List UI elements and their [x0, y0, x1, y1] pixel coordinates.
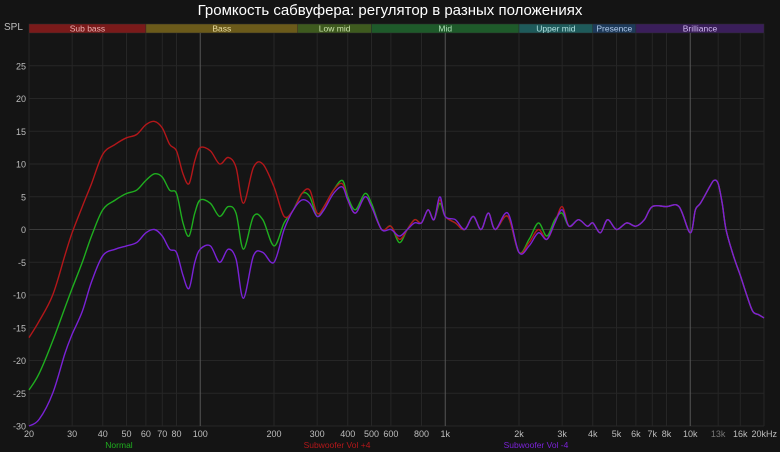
legend-entry: Normal: [105, 440, 133, 450]
band-label: Brilliance: [683, 24, 718, 34]
frequency-bands: Sub bass Bass Low mid Mid Upper mid Presence B…: [28, 24, 765, 34]
x-tick-label: 600: [383, 429, 398, 439]
x-tick-label: 800: [414, 429, 429, 439]
x-tick-label: 60: [141, 429, 151, 439]
y-tick-label: 0: [21, 225, 26, 235]
x-tick-label: 7k: [648, 429, 658, 439]
x-tick-label: 16k: [733, 429, 748, 439]
y-tick-label: -5: [18, 258, 26, 268]
frequency-response-chart: Sub bass Bass Low mid Mid Upper mid Presence B…: [4, 22, 777, 450]
band-label: Bass: [212, 24, 231, 34]
x-tick-label: 5k: [612, 429, 622, 439]
legend-entry: Subwoofer Vol -4: [504, 440, 569, 450]
x-tick-label: 20kHz: [751, 429, 777, 439]
band-label: Mid: [438, 24, 452, 34]
band-label: Presence: [596, 24, 632, 34]
x-tick-label: 400: [340, 429, 355, 439]
x-tick-label: 2k: [514, 429, 524, 439]
y-tick-label: 25: [16, 61, 26, 71]
x-tick-label: 300: [310, 429, 325, 439]
x-tick-label: 50: [121, 429, 131, 439]
band-label: Upper mid: [536, 24, 575, 34]
x-tick-label: 1k: [440, 429, 450, 439]
legend-entry: Subwoofer Vol +4: [304, 440, 371, 450]
legend: Normal Subwoofer Vol +4 Subwoofer Vol -4: [105, 440, 568, 450]
x-tick-label: 6k: [631, 429, 641, 439]
y-tick-label: 5: [21, 192, 26, 202]
x-tick-label: 500: [364, 429, 379, 439]
band-label: Sub bass: [70, 24, 105, 34]
x-tick-label: 200: [266, 429, 281, 439]
x-tick-label: 40: [98, 429, 108, 439]
y-tick-label: 15: [16, 127, 26, 137]
band-label: Low mid: [319, 24, 351, 34]
x-tick-label: 80: [171, 429, 181, 439]
x-tick-label: 20: [24, 429, 34, 439]
y-tick-label: -10: [13, 291, 26, 301]
x-tick-label: 13k: [711, 429, 726, 439]
x-tick-label: 100: [193, 429, 208, 439]
x-tick-label: 10k: [683, 429, 698, 439]
y-tick-label: -25: [13, 389, 26, 399]
x-tick-label: 30: [67, 429, 77, 439]
x-tick-label: 3k: [557, 429, 567, 439]
y-tick-label: 10: [16, 160, 26, 170]
y-axis-label: SPL: [4, 22, 23, 33]
y-tick-label: 20: [16, 94, 26, 104]
y-tick-label: -20: [13, 356, 26, 366]
y-tick-label: -15: [13, 323, 26, 333]
x-tick-label: 4k: [588, 429, 598, 439]
x-tick-label: 8k: [662, 429, 672, 439]
x-tick-label: 70: [157, 429, 167, 439]
